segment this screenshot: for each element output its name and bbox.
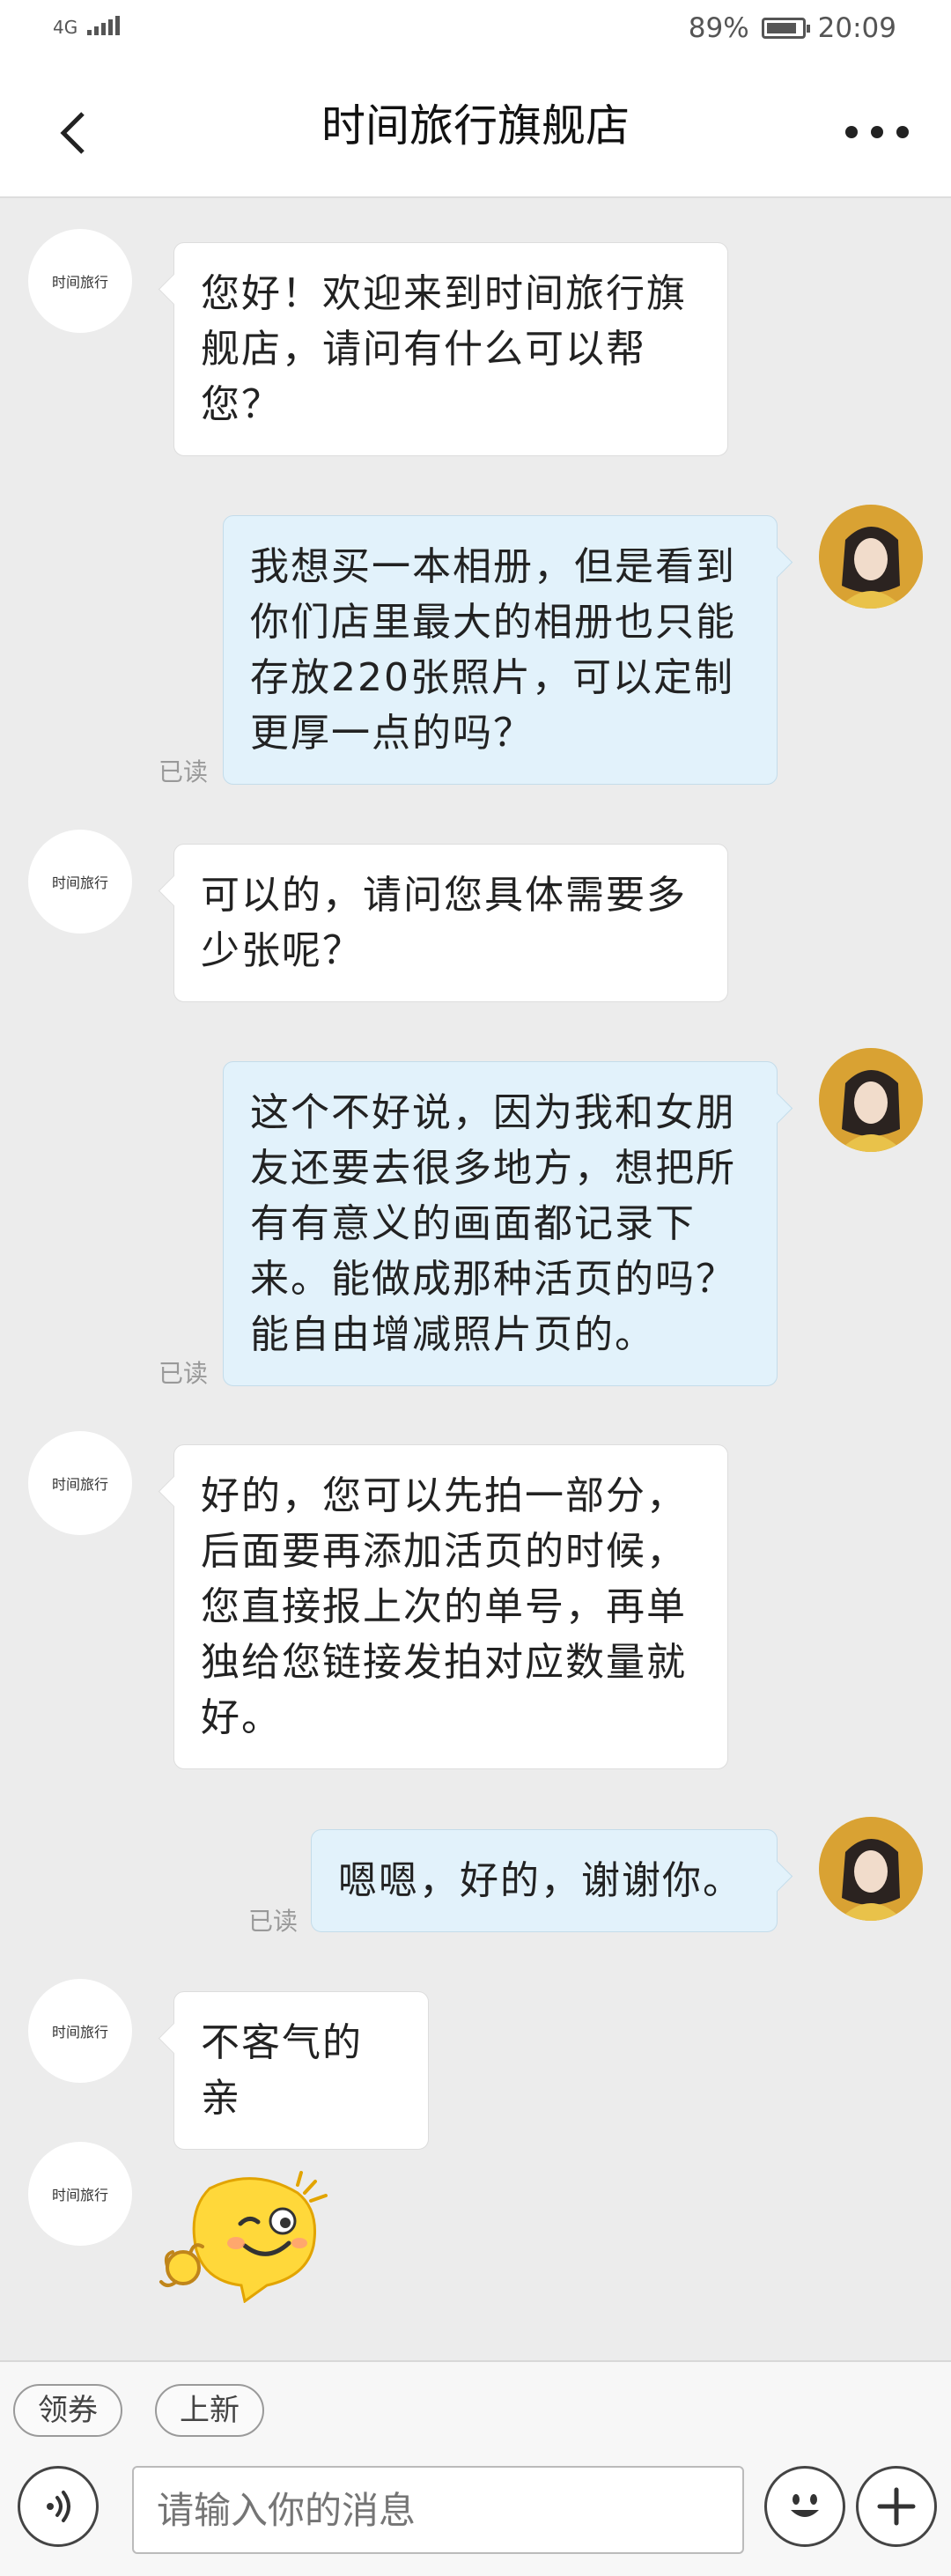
message-bubble-shop[interactable]: 您好！欢迎来到时间旅行旗舰店，请问有什么可以帮您？ xyxy=(173,242,728,456)
page-title: 时间旅行旗舰店 xyxy=(321,100,630,151)
emoji-icon xyxy=(781,2483,829,2530)
emoji-sticker-icon xyxy=(159,2171,328,2304)
user-avatar-icon xyxy=(819,1048,923,1152)
read-receipt: 已读 xyxy=(248,1907,299,1936)
message-input[interactable] xyxy=(132,2466,744,2554)
status-bar: 4G 89% 20:09 xyxy=(0,0,951,66)
message-bubble-shop[interactable]: 不客气的亲 xyxy=(173,1991,429,2150)
shop-avatar[interactable]: 时间旅行 xyxy=(28,229,132,333)
emoji-button[interactable] xyxy=(764,2466,845,2547)
user-avatar[interactable] xyxy=(819,505,923,609)
message-bubble-user[interactable]: 这个不好说，因为我和女朋友还要去很多地方，想把所有有意义的画面都记录下来。能做成… xyxy=(223,1061,778,1386)
header: 时间旅行旗舰店 xyxy=(0,66,951,198)
shop-avatar[interactable]: 时间旅行 xyxy=(28,1431,132,1535)
user-avatar-icon xyxy=(819,505,923,609)
battery-icon xyxy=(761,18,810,39)
signal-indicator: 4G xyxy=(53,16,122,38)
message-bubble-shop[interactable]: 可以的，请问您具体需要多少张呢？ xyxy=(173,844,728,1002)
bottom-bar: 领券 上新 xyxy=(0,2360,951,2576)
chat-area[interactable]: 时间旅行 您好！欢迎来到时间旅行旗舰店，请问有什么可以帮您？ 我想买一本相册，但… xyxy=(0,198,951,2360)
more-button[interactable] xyxy=(845,119,909,145)
coupon-chip-button[interactable]: 领券 xyxy=(13,2384,122,2437)
message-bubble-user[interactable]: 我想买一本相册，但是看到你们店里最大的相册也只能存放220张照片，可以定制更厚一… xyxy=(223,515,778,785)
shop-avatar[interactable]: 时间旅行 xyxy=(28,1979,132,2083)
user-avatar[interactable] xyxy=(819,1817,923,1921)
battery-level xyxy=(766,23,797,33)
shop-avatar[interactable]: 时间旅行 xyxy=(28,2142,132,2246)
voice-icon xyxy=(47,2491,70,2522)
voice-button[interactable] xyxy=(18,2466,99,2547)
user-avatar-icon xyxy=(819,1817,923,1921)
shop-avatar[interactable]: 时间旅行 xyxy=(28,830,132,934)
signal-bars-icon xyxy=(86,16,122,35)
read-receipt: 已读 xyxy=(158,1359,209,1388)
battery-percent: 89% xyxy=(688,12,749,44)
plus-icon xyxy=(877,2487,916,2526)
ok-wink-emoji-sticker[interactable] xyxy=(157,2171,333,2304)
message-bubble-user[interactable]: 嗯嗯，好的，谢谢你。 xyxy=(311,1829,778,1932)
read-receipt: 已读 xyxy=(158,757,209,786)
network-type: 4G xyxy=(53,17,78,38)
new-arrivals-chip-button[interactable]: 上新 xyxy=(155,2384,264,2437)
message-bubble-shop[interactable]: 好的，您可以先拍一部分，后面要再添加活页的时候，您直接报上次的单号，再单独给您链… xyxy=(173,1444,728,1769)
user-avatar[interactable] xyxy=(819,1048,923,1152)
more-icon xyxy=(845,126,858,138)
clock: 20:09 xyxy=(817,12,896,44)
plus-button[interactable] xyxy=(856,2466,937,2547)
